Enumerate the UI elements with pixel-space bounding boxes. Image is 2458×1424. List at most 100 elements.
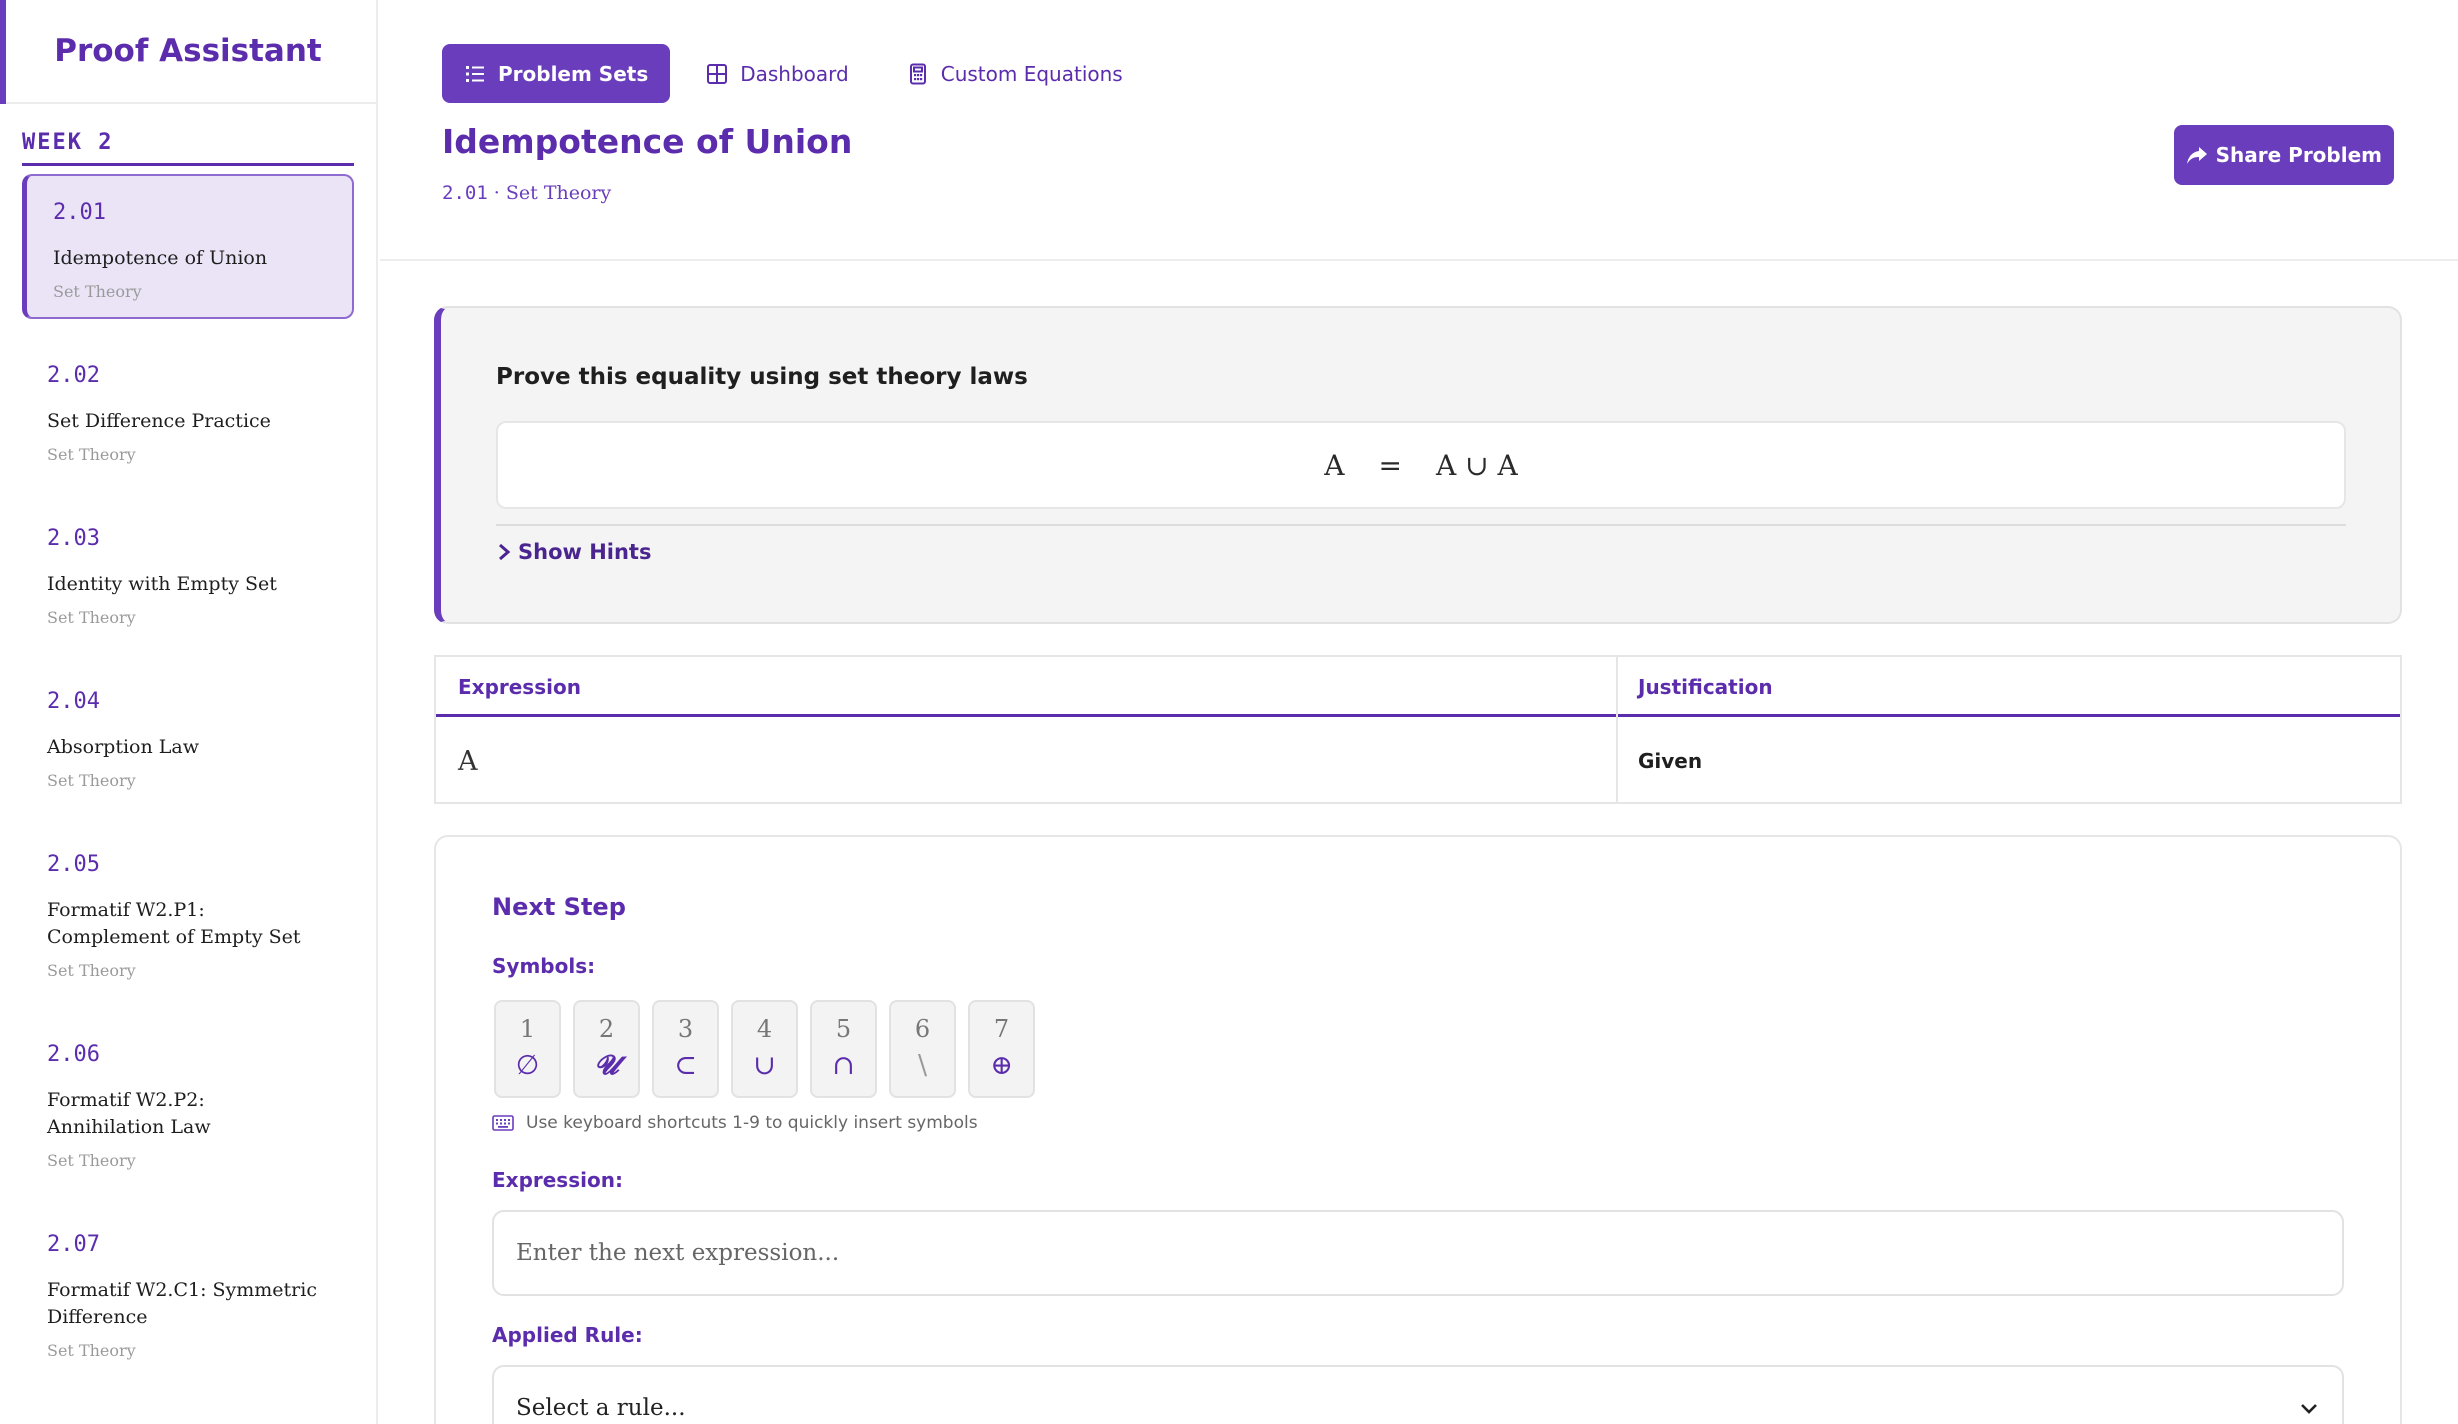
shortcut-hint-text: Use keyboard shortcuts 1-9 to quickly in… [526,1113,978,1133]
problem-number: 2.04 [47,689,100,714]
sidebar-item-problem-2-04[interactable]: 2.04 Absorption Law Set Theory [22,663,354,808]
share-problem-label: Share Problem [2215,143,2382,167]
symbol-key: 6 [914,1015,931,1043]
sidebar-item-problem-2-06[interactable]: 2.06 Formatif W2.P2: Annihilation Law Se… [22,1016,354,1188]
problem-category: Set Theory [47,608,136,627]
proof-steps-table: Expression Justification A Given [434,655,2402,804]
share-problem-button[interactable]: Share Problem [2173,125,2394,185]
equation-equals: = [1378,448,1402,482]
nav-dashboard[interactable]: Dashboard [684,44,871,103]
symmetric-difference-icon: ⊕ [990,1050,1013,1081]
app-title: Proof Assistant [54,33,322,69]
union-icon: ∪ [753,1050,776,1081]
breadcrumb-separator: · [487,182,506,204]
problem-title: Formatif W2.P1: Complement of Empty Set [47,899,301,948]
symbol-palette: 1 ∅ 2 𝓤 3 ⊂ 4 ∪ 5 ∩ 6 \ 7 ⊕ [494,1000,1035,1098]
problem-title: Formatif W2.P2: Annihilation Law [47,1089,211,1138]
column-header-justification: Justification [1638,675,1773,699]
problem-category: Set Theory [47,961,136,980]
problem-title: Formatif W2.C1: Symmetric Difference [47,1279,317,1328]
problem-category: Set Theory [47,1151,136,1170]
show-hints-label: Show Hints [518,540,652,564]
shortcut-hint: Use keyboard shortcuts 1-9 to quickly in… [492,1113,978,1133]
symbol-empty-set-button[interactable]: 1 ∅ [494,1000,561,1098]
column-divider [1616,657,1618,802]
applied-rule-select[interactable]: Select a rule... [492,1365,2344,1424]
symbol-key: 3 [677,1015,694,1043]
symbol-symmetric-difference-button[interactable]: 7 ⊕ [968,1000,1035,1098]
next-step-card: Next Step Symbols: 1 ∅ 2 𝓤 3 ⊂ 4 ∪ 5 ∩ 6… [434,835,2402,1424]
row-expression: A [458,746,478,777]
expression-label: Expression: [492,1168,623,1192]
intersection-icon: ∩ [832,1050,855,1081]
problem-number: 2.06 [47,1042,100,1067]
sidebar-item-problem-2-05[interactable]: 2.05 Formatif W2.P1: Complement of Empty… [22,826,354,998]
brand-header: Proof Assistant [0,0,376,104]
nav-custom-equations[interactable]: Custom Equations [885,44,1145,103]
symbol-subset-button[interactable]: 3 ⊂ [652,1000,719,1098]
problem-title: Absorption Law [47,736,199,758]
symbol-key: 4 [756,1015,773,1043]
breadcrumb: 2.01 · Set Theory [442,182,611,204]
nav-problem-sets-label: Problem Sets [498,61,649,86]
problem-number: 2.03 [47,526,100,551]
symbol-key: 2 [598,1015,615,1043]
expression-input[interactable]: Enter the next expression... [492,1210,2344,1296]
symbol-intersection-button[interactable]: 5 ∩ [810,1000,877,1098]
nav-dashboard-label: Dashboard [740,61,849,86]
problem-instruction: Prove this equality using set theory law… [496,364,1028,390]
universe-icon: 𝓤 [594,1050,619,1081]
column-header-expression: Expression [458,675,581,699]
nav-custom-equations-label: Custom Equations [940,61,1123,86]
breadcrumb-number: 2.01 [442,182,488,204]
equation-rhs: A ∪ A [1436,448,1518,482]
calculator-icon [909,63,926,84]
problem-category: Set Theory [47,1341,136,1360]
applied-rule-label: Applied Rule: [492,1323,643,1347]
divider [496,524,2346,526]
nav-problem-sets[interactable]: Problem Sets [442,44,671,103]
sidebar-item-problem-2-01[interactable]: 2.01 Idempotence of Union Set Theory [22,174,354,319]
keyboard-icon [492,1115,514,1131]
problem-category: Set Theory [47,445,136,464]
symbol-set-difference-button[interactable]: 6 \ [889,1000,956,1098]
symbol-universe-button[interactable]: 2 𝓤 [573,1000,640,1098]
sidebar: Proof Assistant WEEK 2 2.01 Idempotence … [0,0,378,1424]
target-equation: A = A ∪ A [496,421,2346,509]
problem-list: 2.01 Idempotence of Union Set Theory 2.0… [22,174,354,1378]
breadcrumb-category: Set Theory [505,182,612,204]
problem-number: 2.07 [47,1232,100,1257]
page-title: Idempotence of Union [442,122,853,161]
chevron-right-icon [499,543,511,561]
problem-statement-card: Prove this equality using set theory law… [434,306,2402,624]
symbol-union-button[interactable]: 4 ∪ [731,1000,798,1098]
symbols-label: Symbols: [492,954,596,978]
sidebar-accent-bar [0,0,6,104]
subset-icon: ⊂ [674,1050,697,1081]
main-nav: Problem Sets Dashboard Custom Equations [442,44,1145,103]
share-arrow-icon [2186,147,2207,164]
problem-title: Idempotence of Union [53,247,268,269]
problem-title: Identity with Empty Set [47,573,277,595]
problem-number: 2.01 [53,200,106,225]
problem-title: Set Difference Practice [47,410,271,432]
applied-rule-value: Select a rule... [516,1395,686,1421]
symbol-key: 7 [993,1015,1010,1043]
sidebar-item-problem-2-07[interactable]: 2.07 Formatif W2.C1: Symmetric Differenc… [22,1206,354,1378]
row-justification: Given [1638,749,1703,773]
table-header: Expression Justification [436,657,2400,717]
problem-number: 2.02 [47,363,100,388]
next-step-title: Next Step [492,893,626,921]
symbol-key: 1 [519,1015,536,1043]
grid-icon [707,63,728,84]
page-header: Problem Sets Dashboard Custom Equations … [380,0,2458,261]
chevron-down-icon [2301,1404,2317,1414]
week-heading: WEEK 2 [22,130,354,166]
show-hints-toggle[interactable]: Show Hints [496,540,651,564]
set-difference-icon: \ [917,1050,928,1081]
sidebar-item-problem-2-02[interactable]: 2.02 Set Difference Practice Set Theory [22,337,354,482]
sidebar-item-problem-2-03[interactable]: 2.03 Identity with Empty Set Set Theory [22,500,354,645]
symbol-key: 5 [835,1015,852,1043]
problem-category: Set Theory [53,282,142,301]
problem-number: 2.05 [47,852,100,877]
